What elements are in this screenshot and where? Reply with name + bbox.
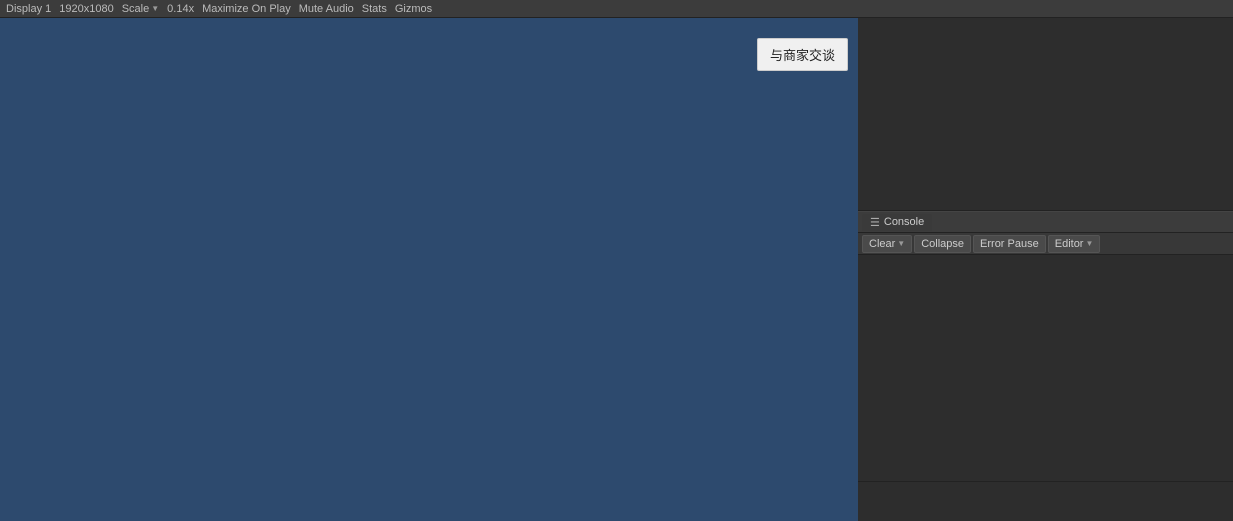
top-bar: Display 1 1920x1080 Scale ▼ 0.14x Maximi…: [0, 0, 1233, 18]
clear-button[interactable]: Clear ▼: [862, 235, 912, 253]
console-tab[interactable]: ☰ Console: [862, 214, 932, 231]
display-label[interactable]: Display 1: [6, 3, 51, 15]
editor-button[interactable]: Editor ▼: [1048, 235, 1101, 253]
gizmos-button[interactable]: Gizmos: [395, 3, 432, 15]
inspector-area: [858, 18, 1233, 211]
error-pause-label: Error Pause: [980, 238, 1039, 250]
scale-label: Scale: [122, 3, 150, 15]
console-content: [858, 255, 1233, 481]
right-panel: ☰ Console Clear ▼ Collapse Error Pause E…: [858, 18, 1233, 521]
game-view: 与商家交谈: [0, 18, 858, 521]
maximize-on-play[interactable]: Maximize On Play: [202, 3, 291, 15]
resolution-value[interactable]: 1920x1080: [59, 3, 113, 15]
console-tab-label: Console: [884, 216, 924, 228]
mute-audio[interactable]: Mute Audio: [299, 3, 354, 15]
console-tab-icon: ☰: [870, 216, 880, 229]
console-panel: ☰ Console Clear ▼ Collapse Error Pause E…: [858, 211, 1233, 481]
stats-button[interactable]: Stats: [362, 3, 387, 15]
main-content: 与商家交谈 ☰ Console Clear ▼ Collapse Erro: [0, 18, 1233, 521]
collapse-label: Collapse: [921, 238, 964, 250]
console-tab-bar: ☰ Console: [858, 211, 1233, 233]
bottom-panel: [858, 481, 1233, 521]
clear-label: Clear: [869, 238, 895, 250]
clear-dropdown-arrow-icon: ▼: [897, 239, 905, 248]
editor-dropdown-arrow-icon: ▼: [1085, 239, 1093, 248]
scale-dropdown[interactable]: Scale ▼: [122, 3, 159, 15]
editor-label: Editor: [1055, 238, 1084, 250]
scale-arrow-icon: ▼: [151, 4, 159, 13]
console-toolbar: Clear ▼ Collapse Error Pause Editor ▼: [858, 233, 1233, 255]
collapse-button[interactable]: Collapse: [914, 235, 971, 253]
scale-value: 0.14x: [167, 3, 194, 15]
chat-with-merchant-button[interactable]: 与商家交谈: [757, 38, 848, 71]
error-pause-button[interactable]: Error Pause: [973, 235, 1046, 253]
